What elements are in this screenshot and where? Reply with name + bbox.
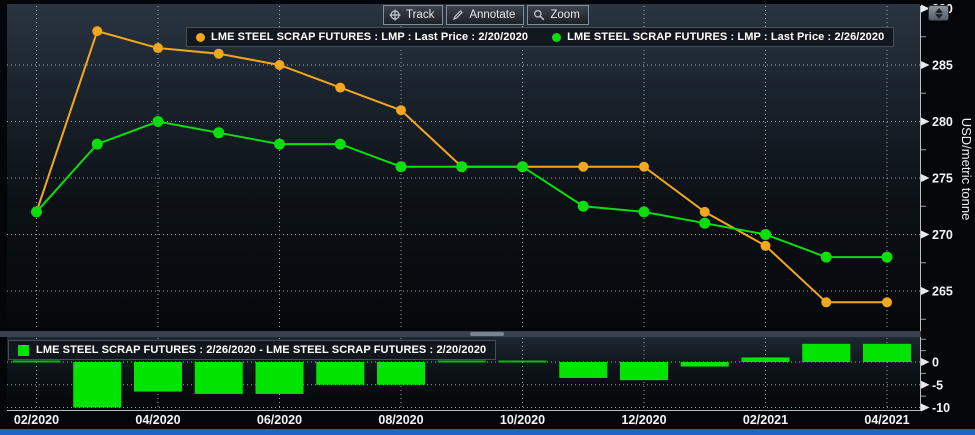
orange-series-point <box>821 297 831 307</box>
spread-bar <box>559 362 607 378</box>
y-axis-tick-arrow <box>921 231 930 239</box>
orange-series-point <box>578 162 588 172</box>
x-axis-tick-label: 10/2020 <box>500 413 545 427</box>
green-series-point <box>882 252 893 263</box>
green-series-point <box>639 206 650 217</box>
orange-series-point <box>882 297 892 307</box>
spread-bar <box>316 362 364 385</box>
green-series-point <box>396 161 407 172</box>
x-axis-tick-label: 02/2020 <box>14 413 59 427</box>
y-axis-tick-label: 275 <box>932 172 953 186</box>
magnifier-icon <box>533 9 545 21</box>
spread-bar <box>620 362 668 380</box>
spread-bar <box>802 344 850 362</box>
green-bar-swatch-icon <box>18 345 29 356</box>
panel-divider-handle[interactable] <box>470 332 504 336</box>
chevron-up-icon <box>935 8 943 13</box>
green-series-point <box>699 218 710 229</box>
spread-bar <box>195 362 243 394</box>
green-series-point <box>821 252 832 263</box>
annotate-button[interactable]: Annotate <box>446 5 524 25</box>
orange-series-point <box>335 83 345 93</box>
y-axis-tick-arrow <box>921 358 930 366</box>
y-axis-tick-label: 265 <box>932 285 953 299</box>
y-axis-tick-label: 280 <box>932 115 953 129</box>
y-axis-tick-arrow <box>921 174 930 182</box>
orange-series-point <box>761 241 771 251</box>
y-axis-tick-arrow <box>921 381 930 389</box>
orange-series-point <box>153 43 163 53</box>
legend-entry-price-2-26-2020[interactable]: LME STEEL SCRAP FUTURES : LMP : Last Pri… <box>552 31 884 43</box>
annotate-button-label: Annotate <box>469 9 515 21</box>
y-axis-tick-label: -5 <box>932 378 943 392</box>
orange-series-point <box>275 60 285 70</box>
green-series-point <box>456 161 467 172</box>
green-series-point <box>335 139 346 150</box>
green-series-point <box>760 229 771 240</box>
green-series-point <box>274 139 285 150</box>
spread-bar <box>134 362 182 392</box>
y-axis-tick-label: -10 <box>932 401 950 415</box>
green-series-point <box>153 116 164 127</box>
legend-label: LME STEEL SCRAP FUTURES : 2/26/2020 - LM… <box>36 344 486 356</box>
y-axis-unit-label: USD/metric tonne <box>959 118 974 221</box>
green-series-point <box>517 161 528 172</box>
zoom-button-label: Zoom <box>550 9 579 21</box>
spread-bar <box>742 357 790 362</box>
spread-bar <box>863 344 911 362</box>
orange-series-point <box>92 26 102 36</box>
y-axis-tick-arrow <box>921 118 930 126</box>
zoom-button[interactable]: Zoom <box>527 5 588 25</box>
spread-panel-legend[interactable]: LME STEEL SCRAP FUTURES : 2/26/2020 - LM… <box>8 340 496 360</box>
chart-window: 2902852802752702650-5-10USD/metric tonne… <box>0 0 975 435</box>
x-axis-tick-label: 12/2020 <box>621 413 666 427</box>
y-axis-tick-arrow <box>921 61 930 69</box>
green-series-point <box>92 139 103 150</box>
green-series-dot-icon <box>552 33 561 42</box>
y-axis-tick-label: 285 <box>932 59 953 73</box>
track-button-label: Track <box>406 9 434 21</box>
track-button[interactable]: Track <box>383 5 443 25</box>
orange-series-dot-icon <box>196 33 205 42</box>
chart-toolbar: Track Annotate Zoom <box>383 5 589 25</box>
x-axis-tick-label: 08/2020 <box>378 413 423 427</box>
track-crosshair-icon <box>389 9 401 21</box>
green-series-point <box>578 201 589 212</box>
x-axis-tick-label: 02/2021 <box>743 413 788 427</box>
pencil-icon <box>452 9 464 21</box>
orange-series-point <box>214 49 224 59</box>
y-axis-tick-label: 0 <box>932 356 939 370</box>
legend-label: LME STEEL SCRAP FUTURES : LMP : Last Pri… <box>211 31 528 43</box>
spread-bar <box>73 362 121 408</box>
chevron-down-icon <box>935 14 943 19</box>
orange-series-point <box>396 105 406 115</box>
main-chart-legend: LME STEEL SCRAP FUTURES : LMP : Last Pri… <box>186 27 894 47</box>
x-axis-tick-label: 06/2020 <box>257 413 302 427</box>
price-chart-canvas[interactable]: 2902852802752702650-5-10USD/metric tonne… <box>0 0 975 435</box>
y-axis-tick-arrow <box>921 287 930 295</box>
orange-series-point <box>639 162 649 172</box>
panel-resize-button[interactable] <box>928 5 949 21</box>
bottom-window-edge <box>0 429 975 435</box>
y-axis-tick-arrow <box>921 404 930 412</box>
green-series-point <box>31 206 42 217</box>
spread-bar <box>256 362 304 394</box>
spread-bar <box>681 362 729 367</box>
legend-entry-price-2-20-2020[interactable]: LME STEEL SCRAP FUTURES : LMP : Last Pri… <box>196 31 528 43</box>
y-axis-tick-label: 270 <box>932 228 953 242</box>
orange-series-point <box>700 207 710 217</box>
green-series-point <box>213 127 224 138</box>
panel-divider <box>0 331 921 337</box>
x-axis-tick-label: 04/2021 <box>864 413 909 427</box>
x-axis-tick-label: 04/2020 <box>135 413 180 427</box>
spread-bar <box>377 362 425 385</box>
legend-label: LME STEEL SCRAP FUTURES : LMP : Last Pri… <box>567 31 884 43</box>
